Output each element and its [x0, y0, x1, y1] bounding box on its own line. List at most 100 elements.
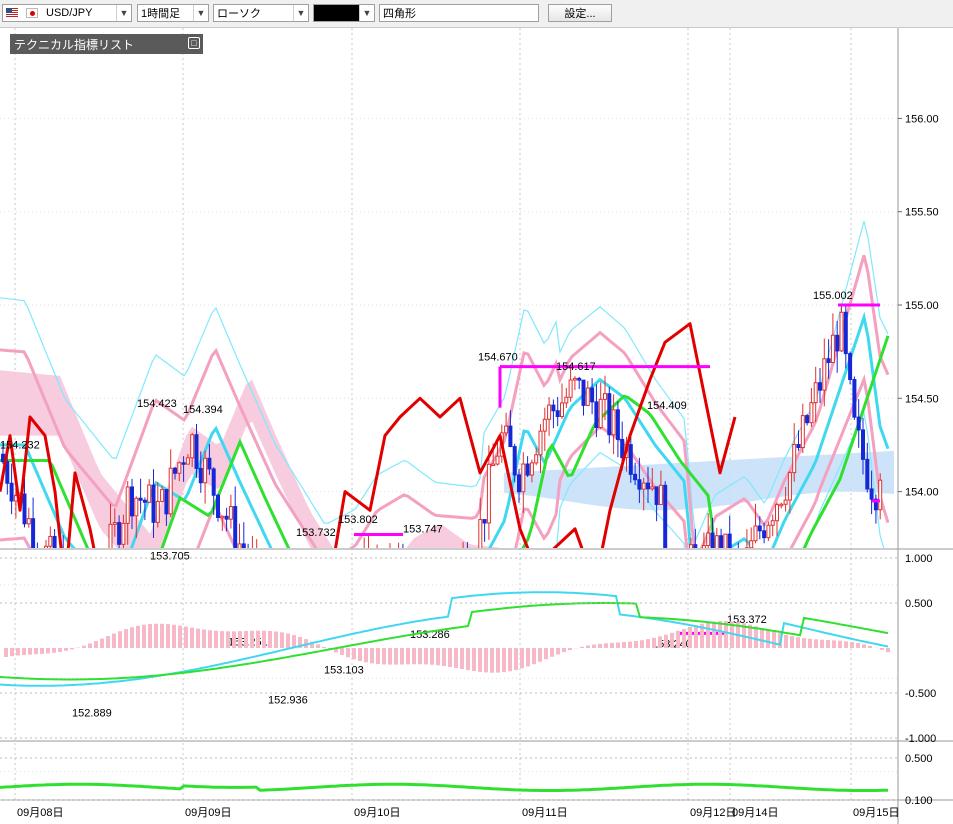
candle	[247, 543, 249, 548]
macd-histogram-bar	[262, 630, 266, 648]
chart-area[interactable]: 154.232152.889154.423154.394153.705153.2…	[0, 28, 953, 824]
candle-body	[112, 522, 117, 525]
candle-body	[432, 567, 435, 569]
candle-body	[406, 588, 409, 601]
candle	[203, 450, 208, 504]
macd-axis-label: 0.500	[905, 598, 933, 610]
candle-body	[466, 553, 469, 576]
macd-histogram-bar	[796, 637, 800, 648]
macd-histogram-bar	[592, 644, 596, 648]
candle-body	[478, 519, 483, 548]
macd-histogram-bar	[604, 643, 608, 648]
settings-button[interactable]: 設定...	[548, 4, 612, 22]
macd-histogram-bar	[202, 629, 206, 648]
candle-body	[598, 398, 603, 428]
candle-body	[211, 468, 216, 496]
candle-body	[440, 592, 443, 597]
chevron-down-icon: ▼	[193, 5, 208, 21]
candle-body	[475, 556, 478, 568]
candle	[542, 407, 547, 452]
candle-body	[462, 553, 465, 565]
candle-body	[733, 555, 736, 570]
candle-body	[328, 630, 331, 636]
draw-color-select[interactable]: ▼	[313, 4, 375, 22]
macd-histogram-bar	[142, 624, 146, 648]
candle	[770, 514, 775, 537]
macd-histogram-bar	[838, 640, 842, 648]
macd-histogram-bar	[598, 643, 602, 648]
candle	[663, 481, 668, 548]
date-label: 09月09日	[185, 807, 231, 819]
candle-body	[185, 457, 190, 465]
candle-body	[611, 409, 616, 436]
currency-pair-select[interactable]: USD/JPY ▼	[2, 4, 132, 22]
candle	[311, 613, 314, 626]
macd-histogram-bar	[850, 642, 854, 648]
technical-indicator-list[interactable]: テクニカル指標リスト □	[10, 34, 203, 54]
macd-histogram-bar	[28, 648, 32, 655]
macd-histogram-bar	[106, 636, 110, 648]
candle-body	[835, 334, 840, 352]
macd-histogram-bar	[514, 648, 518, 670]
macd-histogram-bar	[562, 648, 566, 653]
macd-histogram-bar	[616, 642, 620, 648]
candle-body	[749, 540, 754, 548]
candle	[371, 548, 374, 593]
macd-histogram-bar	[124, 629, 128, 648]
candle-body	[770, 520, 775, 526]
candle-body	[155, 500, 160, 523]
timeframe-select[interactable]: 1時間足 ▼	[137, 4, 209, 22]
macd-histogram-bar	[130, 627, 134, 648]
chart-style-select[interactable]: ローソク ▼	[213, 4, 309, 22]
candle-body	[663, 484, 668, 548]
macd-histogram-bar	[868, 645, 872, 648]
candle-body	[615, 409, 620, 440]
candle-body	[818, 382, 822, 391]
candle-body	[203, 457, 208, 484]
candle	[818, 368, 822, 404]
candle-body	[753, 525, 758, 542]
macd-histogram-bar	[466, 648, 470, 671]
candle	[475, 549, 478, 577]
candle	[92, 571, 95, 613]
draw-tool-field[interactable]: 四角形	[379, 4, 539, 22]
candle-body	[207, 457, 212, 470]
candle-body	[397, 556, 400, 571]
candle-body	[367, 553, 370, 559]
candle-body	[504, 425, 509, 434]
candle	[427, 558, 430, 575]
macd-histogram-bar	[856, 643, 860, 648]
candle-body	[346, 611, 349, 614]
candle-body	[486, 463, 491, 524]
candle-body	[547, 404, 552, 420]
candle-body	[856, 416, 861, 431]
macd-histogram-bar	[154, 623, 158, 648]
macd-histogram-bar	[622, 642, 626, 648]
candle	[26, 507, 31, 528]
candle	[843, 306, 848, 369]
macd-histogram-bar	[220, 631, 224, 648]
price-annotation-label: 154.617	[556, 361, 596, 373]
price-annotation-label: 154.232	[0, 440, 40, 452]
candle	[237, 523, 242, 548]
candle-body	[57, 556, 60, 562]
candle	[384, 557, 387, 600]
collapse-icon[interactable]: □	[188, 37, 200, 49]
candle-body	[637, 479, 642, 490]
candle-body	[117, 522, 122, 545]
grid	[0, 28, 953, 824]
candle-body	[181, 462, 186, 465]
candle	[766, 521, 771, 541]
macd-histogram-bar	[634, 641, 638, 648]
candle-body	[719, 535, 724, 548]
macd-histogram-bar	[64, 648, 68, 651]
candle-body	[800, 415, 805, 449]
oscillator-line	[0, 782, 889, 792]
candle-body	[444, 580, 447, 592]
candle	[48, 526, 53, 548]
candle	[251, 535, 253, 548]
macd-histogram-bar	[364, 648, 368, 663]
candle-body	[108, 523, 113, 548]
macd-histogram-bar	[664, 634, 668, 648]
candle	[337, 587, 340, 613]
